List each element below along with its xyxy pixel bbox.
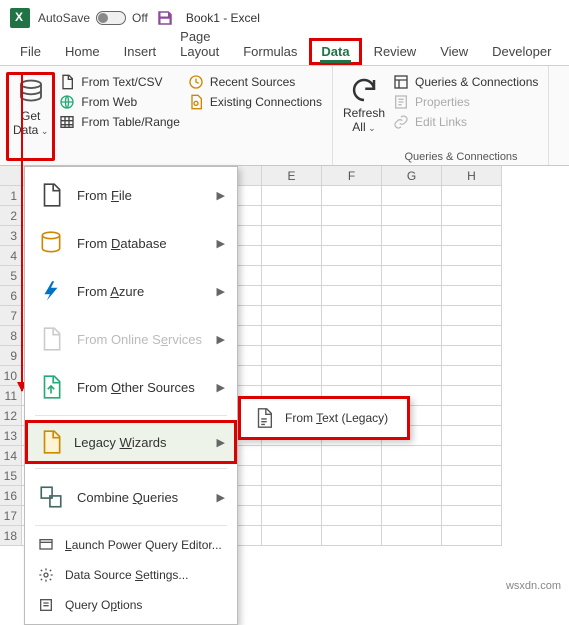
from-table-range-button[interactable]: From Table/Range <box>59 114 180 130</box>
database-icon <box>15 77 47 109</box>
tab-formulas[interactable]: Formulas <box>231 38 309 65</box>
title-bar: AutoSave Off Book1 - Excel <box>0 0 569 36</box>
edit-links-button: Edit Links <box>393 114 538 130</box>
menu-launch-pqe[interactable]: Launch Power Query Editor... <box>25 530 237 560</box>
recent-sources-button[interactable]: Recent Sources <box>188 74 322 90</box>
legacy-wizards-submenu: From Text (Legacy) <box>238 396 410 440</box>
chevron-right-icon: ▶ <box>217 436 225 449</box>
autosave-label: AutoSave <box>38 11 90 25</box>
submenu-from-text-legacy[interactable]: From Text (Legacy) <box>241 399 407 437</box>
menu-query-options[interactable]: Query Options <box>25 590 237 620</box>
menu-separator <box>35 415 227 416</box>
tab-page-layout[interactable]: Page Layout <box>168 23 231 65</box>
tab-developer[interactable]: Developer <box>480 38 563 65</box>
menu-separator <box>35 468 227 469</box>
annotation-arrow-vertical <box>21 75 23 391</box>
wizard-icon <box>37 428 65 456</box>
tab-home[interactable]: Home <box>53 38 112 65</box>
autosave-control[interactable]: AutoSave Off <box>38 11 148 25</box>
tab-view[interactable]: View <box>428 38 480 65</box>
excel-app-icon <box>10 8 30 28</box>
globe-icon <box>59 94 75 110</box>
menu-from-other-sources[interactable]: From Other Sources ▶ <box>25 363 237 411</box>
text-file-icon <box>253 407 275 429</box>
menu-from-online-services: From Online Services ▶ <box>25 315 237 363</box>
menu-separator <box>35 525 227 526</box>
chevron-right-icon: ▶ <box>217 381 225 394</box>
chevron-right-icon: ▶ <box>217 189 225 202</box>
file-icon <box>37 181 65 209</box>
chevron-right-icon: ▶ <box>217 237 225 250</box>
tab-data[interactable]: Data <box>309 38 361 65</box>
other-sources-icon <box>37 373 65 401</box>
tab-review[interactable]: Review <box>362 38 429 65</box>
properties-icon <box>393 94 409 110</box>
autosave-state: Off <box>132 11 148 25</box>
combine-icon <box>37 483 65 511</box>
recent-icon <box>188 74 204 90</box>
get-data-button[interactable]: Get Data ⌄ <box>6 72 55 161</box>
from-web-button[interactable]: From Web <box>59 94 180 110</box>
menu-combine-queries[interactable]: Combine Queries ▶ <box>25 473 237 521</box>
table-icon <box>59 114 75 130</box>
menu-data-source-settings[interactable]: Data Source Settings... <box>25 560 237 590</box>
menu-from-file[interactable]: From File ▶ <box>25 171 237 219</box>
existing-connections-button[interactable]: Existing Connections <box>188 94 322 110</box>
link-icon <box>393 114 409 130</box>
watermark: wsxdn.com <box>506 580 561 592</box>
chevron-right-icon: ▶ <box>217 285 225 298</box>
get-data-line1: Get <box>21 109 40 123</box>
database-icon <box>37 229 65 257</box>
from-text-csv-button[interactable]: From Text/CSV <box>59 74 180 90</box>
queries-connections-button[interactable]: Queries & Connections <box>393 74 538 90</box>
azure-icon <box>37 277 65 305</box>
refresh-icon <box>348 74 380 106</box>
chevron-right-icon: ▶ <box>217 333 225 346</box>
cloud-icon <box>37 325 65 353</box>
ribbon-data: Get Data ⌄ From Text/CSV From Web From T… <box>0 66 569 166</box>
ribbon-group-label: Queries & Connections <box>366 151 556 163</box>
refresh-all-button[interactable]: Refresh All ⌄ <box>339 72 389 161</box>
properties-button: Properties <box>393 94 538 110</box>
tab-file[interactable]: File <box>8 38 53 65</box>
options-icon <box>37 596 55 614</box>
connections-icon <box>188 94 204 110</box>
get-data-line2: Data <box>13 123 38 137</box>
chevron-right-icon: ▶ <box>217 491 225 504</box>
tab-insert[interactable]: Insert <box>112 38 169 65</box>
menu-from-azure[interactable]: From Azure ▶ <box>25 267 237 315</box>
ribbon-tabs: File Home Insert Page Layout Formulas Da… <box>0 36 569 66</box>
settings-icon <box>37 566 55 584</box>
text-file-icon <box>59 74 75 90</box>
menu-from-database[interactable]: From Database ▶ <box>25 219 237 267</box>
autosave-toggle[interactable] <box>96 11 126 25</box>
queries-icon <box>393 74 409 90</box>
editor-icon <box>37 536 55 554</box>
get-data-menu: From File ▶ From Database ▶ From Azure ▶… <box>24 166 238 625</box>
menu-legacy-wizards[interactable]: Legacy Wizards ▶ <box>25 420 237 464</box>
